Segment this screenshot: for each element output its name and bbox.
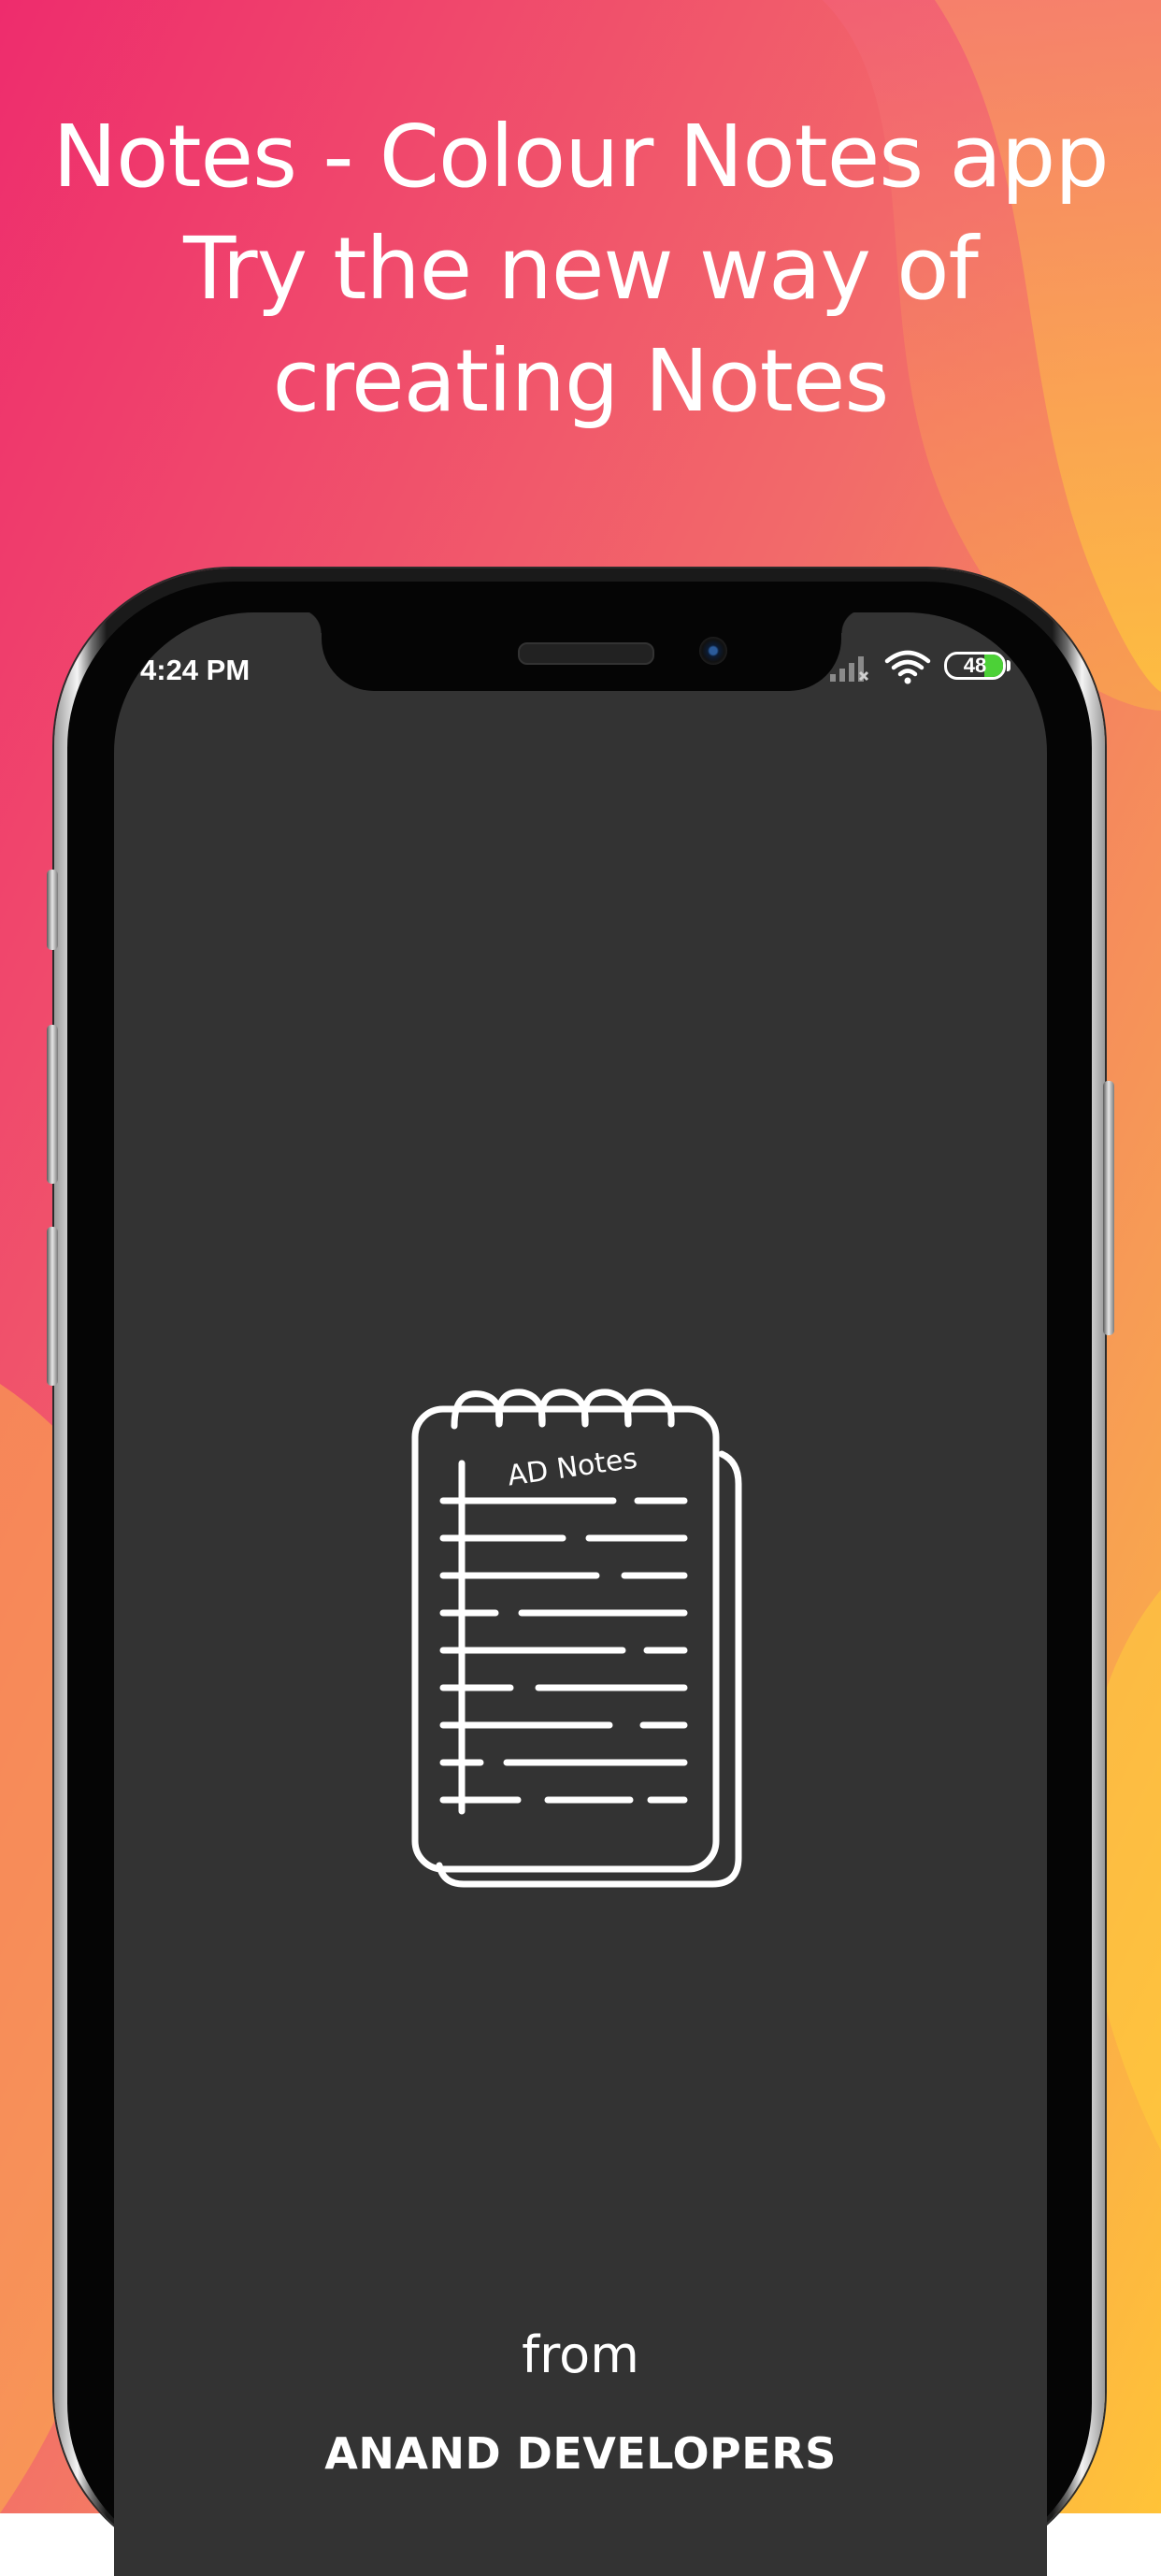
- battery-level: 48: [963, 654, 987, 677]
- notepad-text-lines: [439, 1497, 688, 1804]
- headline-line-1: Notes - Colour Notes app: [52, 107, 1109, 207]
- display-notch: [297, 612, 866, 691]
- ringer-switch: [47, 870, 58, 950]
- status-time: 4:24 PM: [140, 654, 251, 686]
- volume-up-button: [47, 1025, 58, 1184]
- wifi-icon: [884, 650, 931, 684]
- volume-down-button: [47, 1227, 58, 1386]
- headline-line-3: creating Notes: [272, 331, 890, 431]
- app-splash-screen: 4:24 PM 48 AD Notes from ANAND DEVELOPER…: [114, 612, 1047, 2576]
- headline-line-2: Try the new way of: [183, 219, 979, 319]
- front-camera: [699, 637, 727, 665]
- cellular-signal-icon: [830, 656, 869, 682]
- earpiece-speaker: [518, 642, 654, 665]
- status-icons: 48: [815, 646, 1021, 687]
- notepad-icon: AD Notes: [411, 1389, 742, 1888]
- power-button: [1103, 1081, 1114, 1335]
- battery-icon: 48: [944, 652, 1006, 680]
- logo-text: AD Notes: [506, 1442, 639, 1492]
- notepad-back-page: [436, 1450, 742, 1888]
- company-name: ANAND DEVELOPERS: [324, 2428, 837, 2479]
- from-label: from: [522, 2325, 639, 2384]
- promo-headline: Notes - Colour Notes app Try the new way…: [0, 101, 1161, 438]
- battery-tip: [1007, 660, 1010, 671]
